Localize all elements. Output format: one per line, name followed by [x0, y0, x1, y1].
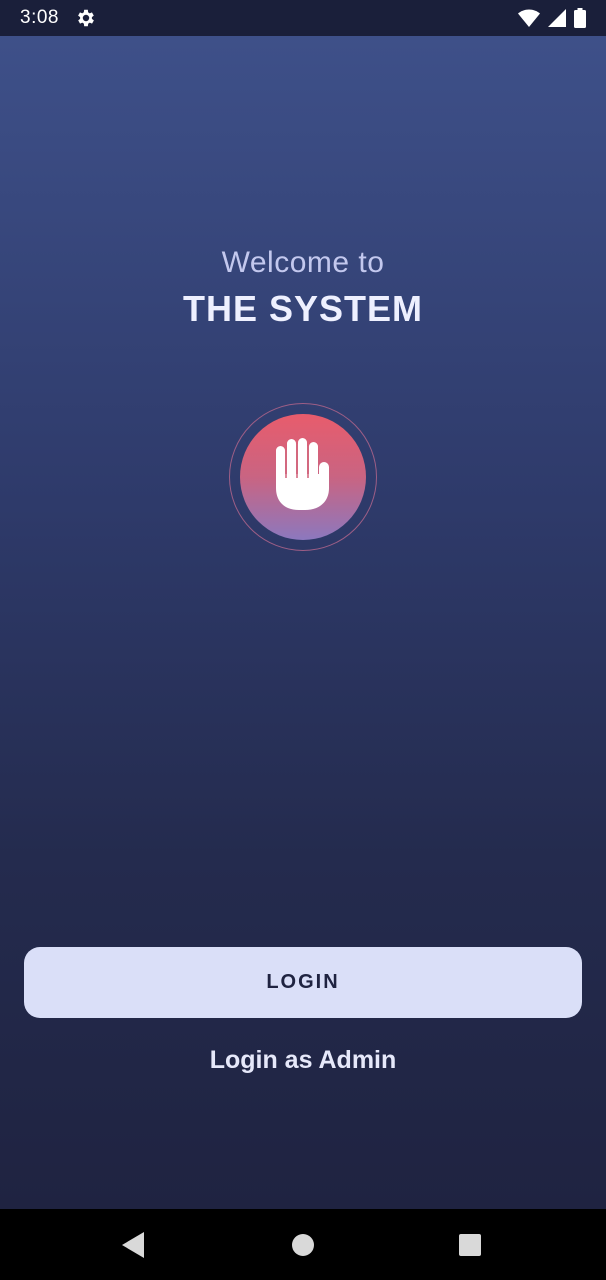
status-time: 3:08	[20, 7, 59, 28]
home-icon[interactable]	[289, 1231, 317, 1259]
welcome-screen: Welcome to THE SYSTEM LOGIN Login as Adm…	[0, 36, 606, 1209]
app-logo	[240, 414, 366, 540]
battery-icon	[574, 8, 586, 28]
welcome-subtitle: Welcome to	[221, 246, 385, 279]
gear-icon	[75, 7, 97, 29]
app-title: THE SYSTEM	[182, 288, 424, 329]
signal-icon	[548, 9, 566, 27]
status-icons	[518, 8, 586, 28]
status-bar: 3:08	[0, 0, 606, 36]
login-as-admin-link[interactable]: Login as Admin	[0, 1046, 606, 1075]
back-icon[interactable]	[120, 1231, 148, 1259]
login-button[interactable]: LOGIN	[24, 947, 582, 1018]
hand-icon	[275, 437, 331, 517]
recents-icon[interactable]	[456, 1231, 484, 1259]
system-nav-bar	[0, 1209, 606, 1280]
wifi-icon	[518, 9, 540, 27]
